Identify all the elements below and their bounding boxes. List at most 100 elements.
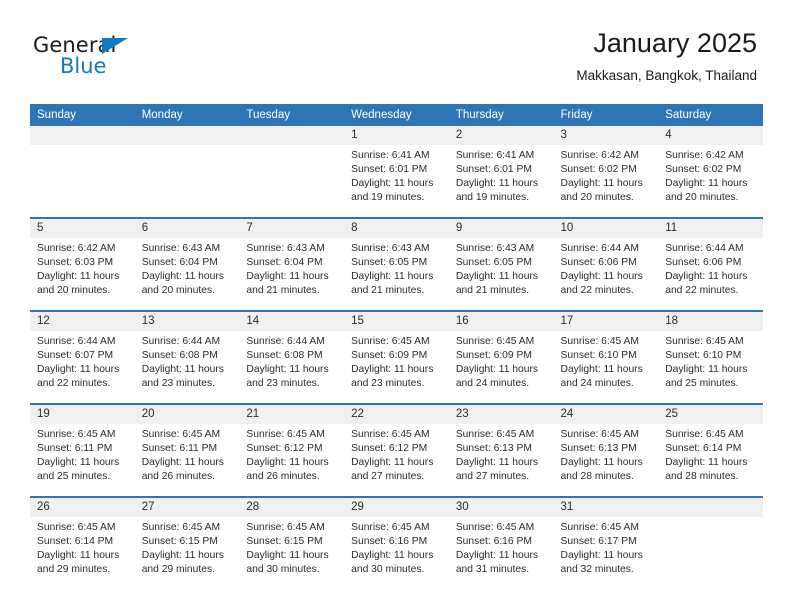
sunset-text: Sunset: 6:02 PM <box>560 164 637 176</box>
day-cell[interactable]: 31 Sunrise: 6:45 AM Sunset: 6:17 PM Dayligh… <box>553 497 659 589</box>
day-number: 4 <box>658 126 763 145</box>
day-info: Sunrise: 6:45 AM Sunset: 6:14 PM Daylight:… <box>30 517 135 577</box>
day-cell[interactable]: 20 Sunrise: 6:45 AM Sunset: 6:11 PM Dayligh… <box>134 404 240 497</box>
logo-triangle-icon <box>102 38 128 54</box>
daylight-text: Daylight: 11 hours and 23 minutes. <box>246 364 329 390</box>
day-cell[interactable]: 23 Sunrise: 6:45 AM Sunset: 6:13 PM Dayligh… <box>448 404 554 497</box>
sunset-text: Sunset: 6:06 PM <box>560 257 637 269</box>
sunrise-text: Sunrise: 6:45 AM <box>665 429 744 440</box>
day-cell[interactable]: 24 Sunrise: 6:45 AM Sunset: 6:13 PM Dayligh… <box>553 404 659 497</box>
sunrise-text: Sunrise: 6:45 AM <box>246 429 325 440</box>
day-info: Sunrise: 6:45 AM Sunset: 6:09 PM Daylight:… <box>449 331 554 391</box>
day-info: Sunrise: 6:45 AM Sunset: 6:15 PM Daylight:… <box>135 517 240 577</box>
sunset-text: Sunset: 6:07 PM <box>37 350 114 362</box>
day-cell[interactable]: 26 Sunrise: 6:45 AM Sunset: 6:14 PM Dayligh… <box>30 497 135 589</box>
sunset-text: Sunset: 6:13 PM <box>560 443 637 455</box>
daylight-text: Daylight: 11 hours and 29 minutes. <box>141 550 224 576</box>
day-cell[interactable]: 8 Sunrise: 6:43 AM Sunset: 6:05 PM Daylight… <box>344 218 449 311</box>
day-number: 16 <box>448 312 554 331</box>
day-cell[interactable]: 5 Sunrise: 6:42 AM Sunset: 6:03 PM Daylight… <box>30 218 135 311</box>
day-info: Sunrise: 6:45 AM Sunset: 6:13 PM Daylight:… <box>554 424 659 484</box>
sunrise-text: Sunrise: 6:44 AM <box>37 336 116 347</box>
day-cell[interactable]: 6 Sunrise: 6:43 AM Sunset: 6:04 PM Daylight… <box>134 218 240 311</box>
day-cell[interactable]: 12 Sunrise: 6:44 AM Sunset: 6:07 PM Dayligh… <box>30 311 135 404</box>
day-cell[interactable]: 9 Sunrise: 6:43 AM Sunset: 6:05 PM Daylight… <box>448 218 554 311</box>
daylight-text: Daylight: 11 hours and 20 minutes. <box>37 271 120 297</box>
sunset-text: Sunset: 6:05 PM <box>455 257 532 269</box>
sunrise-text: Sunrise: 6:45 AM <box>560 336 639 347</box>
sunrise-text: Sunrise: 6:41 AM <box>455 150 535 161</box>
general-blue-logo[interactable]: General Blue <box>33 33 213 85</box>
week-row: 26 Sunrise: 6:45 AM Sunset: 6:14 PM Dayligh… <box>30 497 763 589</box>
sunset-text: Sunset: 6:01 PM <box>351 164 428 176</box>
weekday-header-thursday: Thursday <box>448 104 554 126</box>
sunset-text: Sunset: 6:13 PM <box>455 443 532 455</box>
week-row: 19 Sunrise: 6:45 AM Sunset: 6:11 PM Dayligh… <box>30 404 763 497</box>
day-info: Sunrise: 6:43 AM Sunset: 6:04 PM Daylight:… <box>239 238 344 298</box>
daylight-text: Daylight: 11 hours and 21 minutes. <box>455 271 539 297</box>
day-cell[interactable]: 22 Sunrise: 6:45 AM Sunset: 6:12 PM Dayligh… <box>344 404 449 497</box>
day-cell[interactable]: 15 Sunrise: 6:45 AM Sunset: 6:09 PM Dayligh… <box>344 311 449 404</box>
week-row: 1 Sunrise: 6:41 AM Sunset: 6:01 PM Daylight… <box>30 126 763 218</box>
day-cell-empty <box>134 126 240 218</box>
day-info: Sunrise: 6:45 AM Sunset: 6:15 PM Daylight:… <box>239 517 344 577</box>
day-info: Sunrise: 6:45 AM Sunset: 6:11 PM Daylight:… <box>30 424 135 484</box>
sunrise-text: Sunrise: 6:44 AM <box>560 243 639 254</box>
day-info: Sunrise: 6:45 AM Sunset: 6:11 PM Daylight:… <box>135 424 240 484</box>
day-number: 12 <box>30 312 135 331</box>
sunrise-text: Sunrise: 6:45 AM <box>560 522 639 533</box>
day-cell[interactable]: 17 Sunrise: 6:45 AM Sunset: 6:10 PM Dayligh… <box>553 311 659 404</box>
day-info: Sunrise: 6:44 AM Sunset: 6:08 PM Daylight:… <box>239 331 344 391</box>
day-cell[interactable]: 28 Sunrise: 6:45 AM Sunset: 6:15 PM Dayligh… <box>239 497 345 589</box>
day-cell[interactable]: 21 Sunrise: 6:45 AM Sunset: 6:12 PM Dayligh… <box>239 404 345 497</box>
sunrise-text: Sunrise: 6:43 AM <box>246 243 325 254</box>
daylight-text: Daylight: 11 hours and 19 minutes. <box>351 178 434 204</box>
day-number <box>30 126 135 145</box>
day-info: Sunrise: 6:43 AM Sunset: 6:05 PM Daylight:… <box>344 238 449 298</box>
day-cell[interactable]: 27 Sunrise: 6:45 AM Sunset: 6:15 PM Dayligh… <box>134 497 240 589</box>
daylight-text: Daylight: 11 hours and 28 minutes. <box>560 457 643 483</box>
day-cell[interactable]: 4 Sunrise: 6:42 AM Sunset: 6:02 PM Daylight… <box>658 126 763 218</box>
sunrise-text: Sunrise: 6:44 AM <box>141 336 221 347</box>
day-cell[interactable]: 30 Sunrise: 6:45 AM Sunset: 6:16 PM Dayligh… <box>448 497 554 589</box>
day-number: 28 <box>239 498 345 517</box>
day-number: 5 <box>30 219 135 238</box>
day-cell[interactable]: 18 Sunrise: 6:45 AM Sunset: 6:10 PM Dayligh… <box>658 311 763 404</box>
day-cell[interactable]: 14 Sunrise: 6:44 AM Sunset: 6:08 PM Dayligh… <box>239 311 345 404</box>
day-number: 23 <box>448 405 554 424</box>
day-number <box>134 126 240 145</box>
sunset-text: Sunset: 6:12 PM <box>351 443 428 455</box>
daylight-text: Daylight: 11 hours and 20 minutes. <box>665 178 748 204</box>
day-info: Sunrise: 6:42 AM Sunset: 6:02 PM Daylight:… <box>554 145 659 205</box>
day-info: Sunrise: 6:41 AM Sunset: 6:01 PM Daylight:… <box>344 145 449 205</box>
page-subtitle: Makkasan, Bangkok, Thailand <box>576 68 757 84</box>
day-info: Sunrise: 6:45 AM Sunset: 6:16 PM Daylight:… <box>449 517 554 577</box>
day-cell[interactable]: 25 Sunrise: 6:45 AM Sunset: 6:14 PM Dayligh… <box>658 404 763 497</box>
day-number: 29 <box>344 498 449 517</box>
daylight-text: Daylight: 11 hours and 32 minutes. <box>560 550 643 576</box>
day-cell[interactable]: 13 Sunrise: 6:44 AM Sunset: 6:08 PM Dayligh… <box>134 311 240 404</box>
daylight-text: Daylight: 11 hours and 28 minutes. <box>665 457 748 483</box>
day-info: Sunrise: 6:41 AM Sunset: 6:01 PM Daylight:… <box>449 145 554 205</box>
sunset-text: Sunset: 6:03 PM <box>37 257 114 269</box>
day-cell[interactable]: 3 Sunrise: 6:42 AM Sunset: 6:02 PM Daylight… <box>553 126 659 218</box>
day-cell[interactable]: 10 Sunrise: 6:44 AM Sunset: 6:06 PM Dayligh… <box>553 218 659 311</box>
day-cell[interactable]: 7 Sunrise: 6:43 AM Sunset: 6:04 PM Daylight… <box>239 218 345 311</box>
sunrise-text: Sunrise: 6:45 AM <box>351 522 430 533</box>
day-info: Sunrise: 6:45 AM Sunset: 6:12 PM Daylight:… <box>344 424 449 484</box>
sunset-text: Sunset: 6:11 PM <box>141 443 218 455</box>
day-cell[interactable]: 29 Sunrise: 6:45 AM Sunset: 6:16 PM Dayligh… <box>344 497 449 589</box>
day-cell-empty <box>658 497 763 589</box>
day-cell[interactable]: 11 Sunrise: 6:44 AM Sunset: 6:06 PM Dayligh… <box>658 218 763 311</box>
sunrise-text: Sunrise: 6:42 AM <box>665 150 744 161</box>
day-cell[interactable]: 16 Sunrise: 6:45 AM Sunset: 6:09 PM Dayligh… <box>448 311 554 404</box>
daylight-text: Daylight: 11 hours and 23 minutes. <box>141 364 224 390</box>
sunset-text: Sunset: 6:14 PM <box>665 443 742 455</box>
sunrise-text: Sunrise: 6:45 AM <box>246 522 325 533</box>
sunrise-text: Sunrise: 6:45 AM <box>37 429 116 440</box>
day-cell[interactable]: 2 Sunrise: 6:41 AM Sunset: 6:01 PM Daylight… <box>448 126 554 218</box>
sunset-text: Sunset: 6:06 PM <box>665 257 742 269</box>
sunrise-text: Sunrise: 6:45 AM <box>351 336 430 347</box>
day-cell[interactable]: 19 Sunrise: 6:45 AM Sunset: 6:11 PM Dayligh… <box>30 404 135 497</box>
day-cell[interactable]: 1 Sunrise: 6:41 AM Sunset: 6:01 PM Daylight… <box>344 126 449 218</box>
